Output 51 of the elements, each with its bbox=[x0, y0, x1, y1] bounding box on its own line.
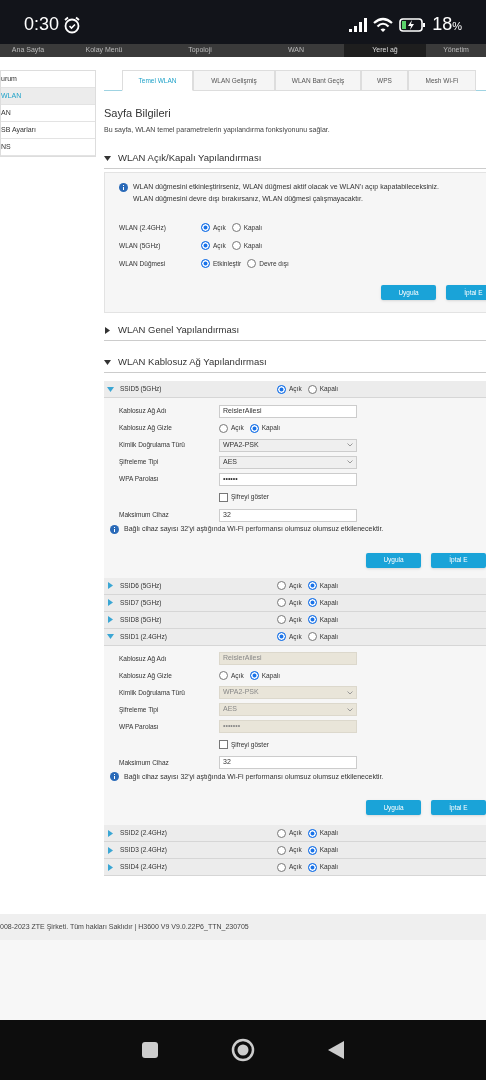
radio-button[interactable] bbox=[277, 615, 286, 624]
page-title: Sayfa Bilgileri bbox=[104, 106, 172, 121]
chevron-down-icon bbox=[347, 443, 353, 447]
radio-button[interactable] bbox=[277, 828, 286, 838]
radio-button[interactable] bbox=[277, 862, 286, 872]
home-icon[interactable] bbox=[231, 1038, 255, 1062]
back-icon[interactable] bbox=[327, 1040, 345, 1060]
radio-button[interactable] bbox=[307, 632, 317, 641]
radio-button[interactable] bbox=[277, 384, 286, 394]
radio-button[interactable] bbox=[249, 423, 259, 433]
recents-icon[interactable] bbox=[141, 1041, 159, 1059]
checkbox[interactable] bbox=[219, 740, 228, 749]
section-title[interactable]: WLAN Açık/Kapalı Yapılandırması bbox=[118, 151, 262, 166]
battery-icon bbox=[399, 17, 427, 32]
radio-button[interactable] bbox=[307, 828, 317, 838]
clock-time: 0:30 bbox=[24, 13, 60, 36]
expand-arrow-icon[interactable] bbox=[104, 327, 111, 334]
radio-button[interactable] bbox=[277, 598, 286, 607]
radio-button[interactable] bbox=[277, 581, 286, 590]
signal-icon bbox=[349, 17, 368, 32]
chevron-down-icon bbox=[347, 460, 353, 464]
collapse-arrow-icon[interactable] bbox=[104, 359, 111, 366]
radio-button[interactable] bbox=[231, 241, 241, 250]
chevron-down-icon bbox=[347, 690, 353, 695]
info-icon bbox=[110, 524, 119, 534]
battery-level: 18% bbox=[432, 13, 462, 36]
info-icon bbox=[110, 772, 119, 782]
section-title[interactable]: WLAN Genel Yapılandırması bbox=[118, 323, 240, 338]
chevron-down-icon bbox=[347, 707, 353, 712]
radio-button[interactable] bbox=[307, 862, 317, 872]
radio-button[interactable] bbox=[219, 423, 228, 433]
radio-button[interactable] bbox=[307, 581, 317, 590]
wifi-icon bbox=[373, 16, 394, 33]
info-icon bbox=[119, 182, 128, 192]
collapse-arrow-icon[interactable] bbox=[104, 155, 111, 162]
radio-button[interactable] bbox=[219, 671, 228, 680]
alarm-icon bbox=[63, 15, 82, 34]
radio-button[interactable] bbox=[201, 241, 210, 250]
radio-button[interactable] bbox=[307, 615, 317, 624]
radio-button[interactable] bbox=[307, 598, 317, 607]
radio-button[interactable] bbox=[307, 384, 317, 394]
checkbox[interactable] bbox=[219, 492, 228, 502]
radio-button[interactable] bbox=[231, 223, 241, 232]
radio-button[interactable] bbox=[201, 223, 210, 232]
radio-button[interactable] bbox=[277, 632, 286, 641]
radio-button[interactable] bbox=[307, 845, 317, 855]
radio-button[interactable] bbox=[249, 671, 259, 680]
radio-button[interactable] bbox=[247, 259, 257, 268]
section-title[interactable]: WLAN Kablosuz Ağ Yapılandırması bbox=[118, 355, 267, 370]
radio-button[interactable] bbox=[201, 259, 210, 268]
radio-button[interactable] bbox=[277, 845, 286, 855]
